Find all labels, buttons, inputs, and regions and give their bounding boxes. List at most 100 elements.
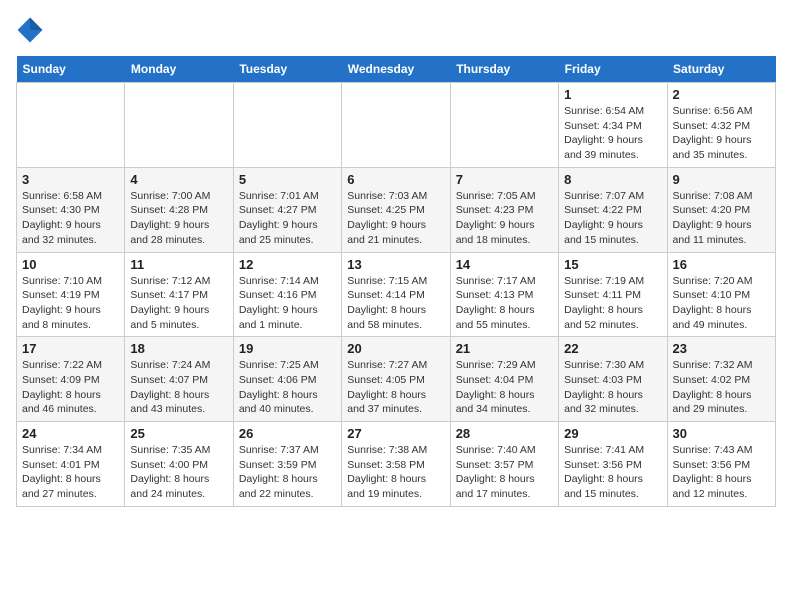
calendar-cell: 4 Sunrise: 7:00 AM Sunset: 4:28 PM Daylig… bbox=[125, 167, 233, 252]
day-info: Sunrise: 7:15 AM Sunset: 4:14 PM Dayligh… bbox=[347, 274, 444, 333]
day-number: 24 bbox=[22, 426, 119, 441]
day-info: Sunrise: 7:35 AM Sunset: 4:00 PM Dayligh… bbox=[130, 443, 227, 502]
calendar-cell: 13 Sunrise: 7:15 AM Sunset: 4:14 PM Dayli… bbox=[342, 252, 450, 337]
day-info: Sunrise: 6:58 AM Sunset: 4:30 PM Dayligh… bbox=[22, 189, 119, 248]
calendar-cell: 2 Sunrise: 6:56 AM Sunset: 4:32 PM Daylig… bbox=[667, 83, 775, 168]
day-number: 3 bbox=[22, 172, 119, 187]
day-info: Sunrise: 7:10 AM Sunset: 4:19 PM Dayligh… bbox=[22, 274, 119, 333]
day-info: Sunrise: 7:07 AM Sunset: 4:22 PM Dayligh… bbox=[564, 189, 661, 248]
day-number: 15 bbox=[564, 257, 661, 272]
calendar-cell bbox=[17, 83, 125, 168]
calendar-cell: 26 Sunrise: 7:37 AM Sunset: 3:59 PM Dayli… bbox=[233, 422, 341, 507]
calendar-cell: 8 Sunrise: 7:07 AM Sunset: 4:22 PM Daylig… bbox=[559, 167, 667, 252]
day-number: 6 bbox=[347, 172, 444, 187]
day-number: 20 bbox=[347, 341, 444, 356]
calendar-week-row: 1Sunrise: 6:54 AM Sunset: 4:34 PM Daylig… bbox=[17, 83, 776, 168]
day-number: 30 bbox=[673, 426, 770, 441]
calendar-cell: 15 Sunrise: 7:19 AM Sunset: 4:11 PM Dayli… bbox=[559, 252, 667, 337]
weekday-header-sunday: Sunday bbox=[17, 56, 125, 83]
calendar-cell: 6 Sunrise: 7:03 AM Sunset: 4:25 PM Daylig… bbox=[342, 167, 450, 252]
day-number: 19 bbox=[239, 341, 336, 356]
calendar-cell: 5 Sunrise: 7:01 AM Sunset: 4:27 PM Daylig… bbox=[233, 167, 341, 252]
calendar-cell: 20 Sunrise: 7:27 AM Sunset: 4:05 PM Dayli… bbox=[342, 337, 450, 422]
day-info: Sunrise: 7:43 AM Sunset: 3:56 PM Dayligh… bbox=[673, 443, 770, 502]
weekday-header-row: SundayMondayTuesdayWednesdayThursdayFrid… bbox=[17, 56, 776, 83]
day-info: Sunrise: 7:22 AM Sunset: 4:09 PM Dayligh… bbox=[22, 358, 119, 417]
day-number: 29 bbox=[564, 426, 661, 441]
calendar-cell bbox=[450, 83, 558, 168]
weekday-header-wednesday: Wednesday bbox=[342, 56, 450, 83]
calendar-week-row: 24 Sunrise: 7:34 AM Sunset: 4:01 PM Dayli… bbox=[17, 422, 776, 507]
calendar-week-row: 17 Sunrise: 7:22 AM Sunset: 4:09 PM Dayli… bbox=[17, 337, 776, 422]
day-info: Sunrise: 7:32 AM Sunset: 4:02 PM Dayligh… bbox=[673, 358, 770, 417]
day-number: 23 bbox=[673, 341, 770, 356]
day-info: Sunrise: 7:34 AM Sunset: 4:01 PM Dayligh… bbox=[22, 443, 119, 502]
day-info: Sunrise: 7:25 AM Sunset: 4:06 PM Dayligh… bbox=[239, 358, 336, 417]
calendar-cell: 18 Sunrise: 7:24 AM Sunset: 4:07 PM Dayli… bbox=[125, 337, 233, 422]
day-info: Sunrise: 7:30 AM Sunset: 4:03 PM Dayligh… bbox=[564, 358, 661, 417]
day-number: 22 bbox=[564, 341, 661, 356]
calendar-cell: 17 Sunrise: 7:22 AM Sunset: 4:09 PM Dayli… bbox=[17, 337, 125, 422]
day-info: Sunrise: 7:12 AM Sunset: 4:17 PM Dayligh… bbox=[130, 274, 227, 333]
day-number: 10 bbox=[22, 257, 119, 272]
day-info: Sunrise: 7:00 AM Sunset: 4:28 PM Dayligh… bbox=[130, 189, 227, 248]
day-number: 28 bbox=[456, 426, 553, 441]
day-info: Sunrise: 6:56 AM Sunset: 4:32 PM Dayligh… bbox=[673, 104, 770, 163]
day-number: 18 bbox=[130, 341, 227, 356]
calendar-cell: 19 Sunrise: 7:25 AM Sunset: 4:06 PM Dayli… bbox=[233, 337, 341, 422]
calendar-week-row: 10 Sunrise: 7:10 AM Sunset: 4:19 PM Dayli… bbox=[17, 252, 776, 337]
day-info: Sunrise: 7:14 AM Sunset: 4:16 PM Dayligh… bbox=[239, 274, 336, 333]
day-number: 8 bbox=[564, 172, 661, 187]
day-info: Sunrise: 7:38 AM Sunset: 3:58 PM Dayligh… bbox=[347, 443, 444, 502]
calendar-cell bbox=[342, 83, 450, 168]
day-number: 1 bbox=[564, 87, 661, 102]
calendar-cell bbox=[233, 83, 341, 168]
day-info: Sunrise: 7:41 AM Sunset: 3:56 PM Dayligh… bbox=[564, 443, 661, 502]
calendar-cell: 10 Sunrise: 7:10 AM Sunset: 4:19 PM Dayli… bbox=[17, 252, 125, 337]
calendar-cell: 1Sunrise: 6:54 AM Sunset: 4:34 PM Daylig… bbox=[559, 83, 667, 168]
calendar-cell: 12Sunrise: 7:14 AM Sunset: 4:16 PM Dayli… bbox=[233, 252, 341, 337]
day-info: Sunrise: 7:20 AM Sunset: 4:10 PM Dayligh… bbox=[673, 274, 770, 333]
logo-icon bbox=[16, 16, 44, 44]
calendar-cell: 25Sunrise: 7:35 AM Sunset: 4:00 PM Dayli… bbox=[125, 422, 233, 507]
calendar-cell: 9Sunrise: 7:08 AM Sunset: 4:20 PM Daylig… bbox=[667, 167, 775, 252]
day-info: Sunrise: 7:27 AM Sunset: 4:05 PM Dayligh… bbox=[347, 358, 444, 417]
calendar-cell: 16 Sunrise: 7:20 AM Sunset: 4:10 PM Dayli… bbox=[667, 252, 775, 337]
day-info: Sunrise: 7:37 AM Sunset: 3:59 PM Dayligh… bbox=[239, 443, 336, 502]
weekday-header-thursday: Thursday bbox=[450, 56, 558, 83]
day-number: 26 bbox=[239, 426, 336, 441]
day-number: 11 bbox=[130, 257, 227, 272]
day-info: Sunrise: 7:03 AM Sunset: 4:25 PM Dayligh… bbox=[347, 189, 444, 248]
day-number: 27 bbox=[347, 426, 444, 441]
day-info: Sunrise: 7:19 AM Sunset: 4:11 PM Dayligh… bbox=[564, 274, 661, 333]
calendar-cell: 23 Sunrise: 7:32 AM Sunset: 4:02 PM Dayli… bbox=[667, 337, 775, 422]
logo bbox=[16, 16, 48, 44]
day-info: Sunrise: 7:40 AM Sunset: 3:57 PM Dayligh… bbox=[456, 443, 553, 502]
day-number: 9 bbox=[673, 172, 770, 187]
weekday-header-friday: Friday bbox=[559, 56, 667, 83]
day-number: 5 bbox=[239, 172, 336, 187]
day-number: 7 bbox=[456, 172, 553, 187]
day-number: 16 bbox=[673, 257, 770, 272]
day-number: 4 bbox=[130, 172, 227, 187]
calendar-cell: 22 Sunrise: 7:30 AM Sunset: 4:03 PM Dayli… bbox=[559, 337, 667, 422]
calendar-cell: 28 Sunrise: 7:40 AM Sunset: 3:57 PM Dayli… bbox=[450, 422, 558, 507]
weekday-header-saturday: Saturday bbox=[667, 56, 775, 83]
day-info: Sunrise: 7:29 AM Sunset: 4:04 PM Dayligh… bbox=[456, 358, 553, 417]
calendar-cell: 29 Sunrise: 7:41 AM Sunset: 3:56 PM Dayli… bbox=[559, 422, 667, 507]
day-number: 14 bbox=[456, 257, 553, 272]
calendar-table: SundayMondayTuesdayWednesdayThursdayFrid… bbox=[16, 56, 776, 507]
day-number: 17 bbox=[22, 341, 119, 356]
calendar-cell: 30 Sunrise: 7:43 AM Sunset: 3:56 PM Dayli… bbox=[667, 422, 775, 507]
calendar-cell: 11 Sunrise: 7:12 AM Sunset: 4:17 PM Dayli… bbox=[125, 252, 233, 337]
day-number: 2 bbox=[673, 87, 770, 102]
calendar-cell: 14 Sunrise: 7:17 AM Sunset: 4:13 PM Dayli… bbox=[450, 252, 558, 337]
calendar-week-row: 3 Sunrise: 6:58 AM Sunset: 4:30 PM Daylig… bbox=[17, 167, 776, 252]
weekday-header-monday: Monday bbox=[125, 56, 233, 83]
day-info: Sunrise: 7:24 AM Sunset: 4:07 PM Dayligh… bbox=[130, 358, 227, 417]
day-info: Sunrise: 7:01 AM Sunset: 4:27 PM Dayligh… bbox=[239, 189, 336, 248]
header bbox=[16, 16, 776, 44]
day-number: 13 bbox=[347, 257, 444, 272]
day-info: Sunrise: 7:17 AM Sunset: 4:13 PM Dayligh… bbox=[456, 274, 553, 333]
calendar-cell bbox=[125, 83, 233, 168]
